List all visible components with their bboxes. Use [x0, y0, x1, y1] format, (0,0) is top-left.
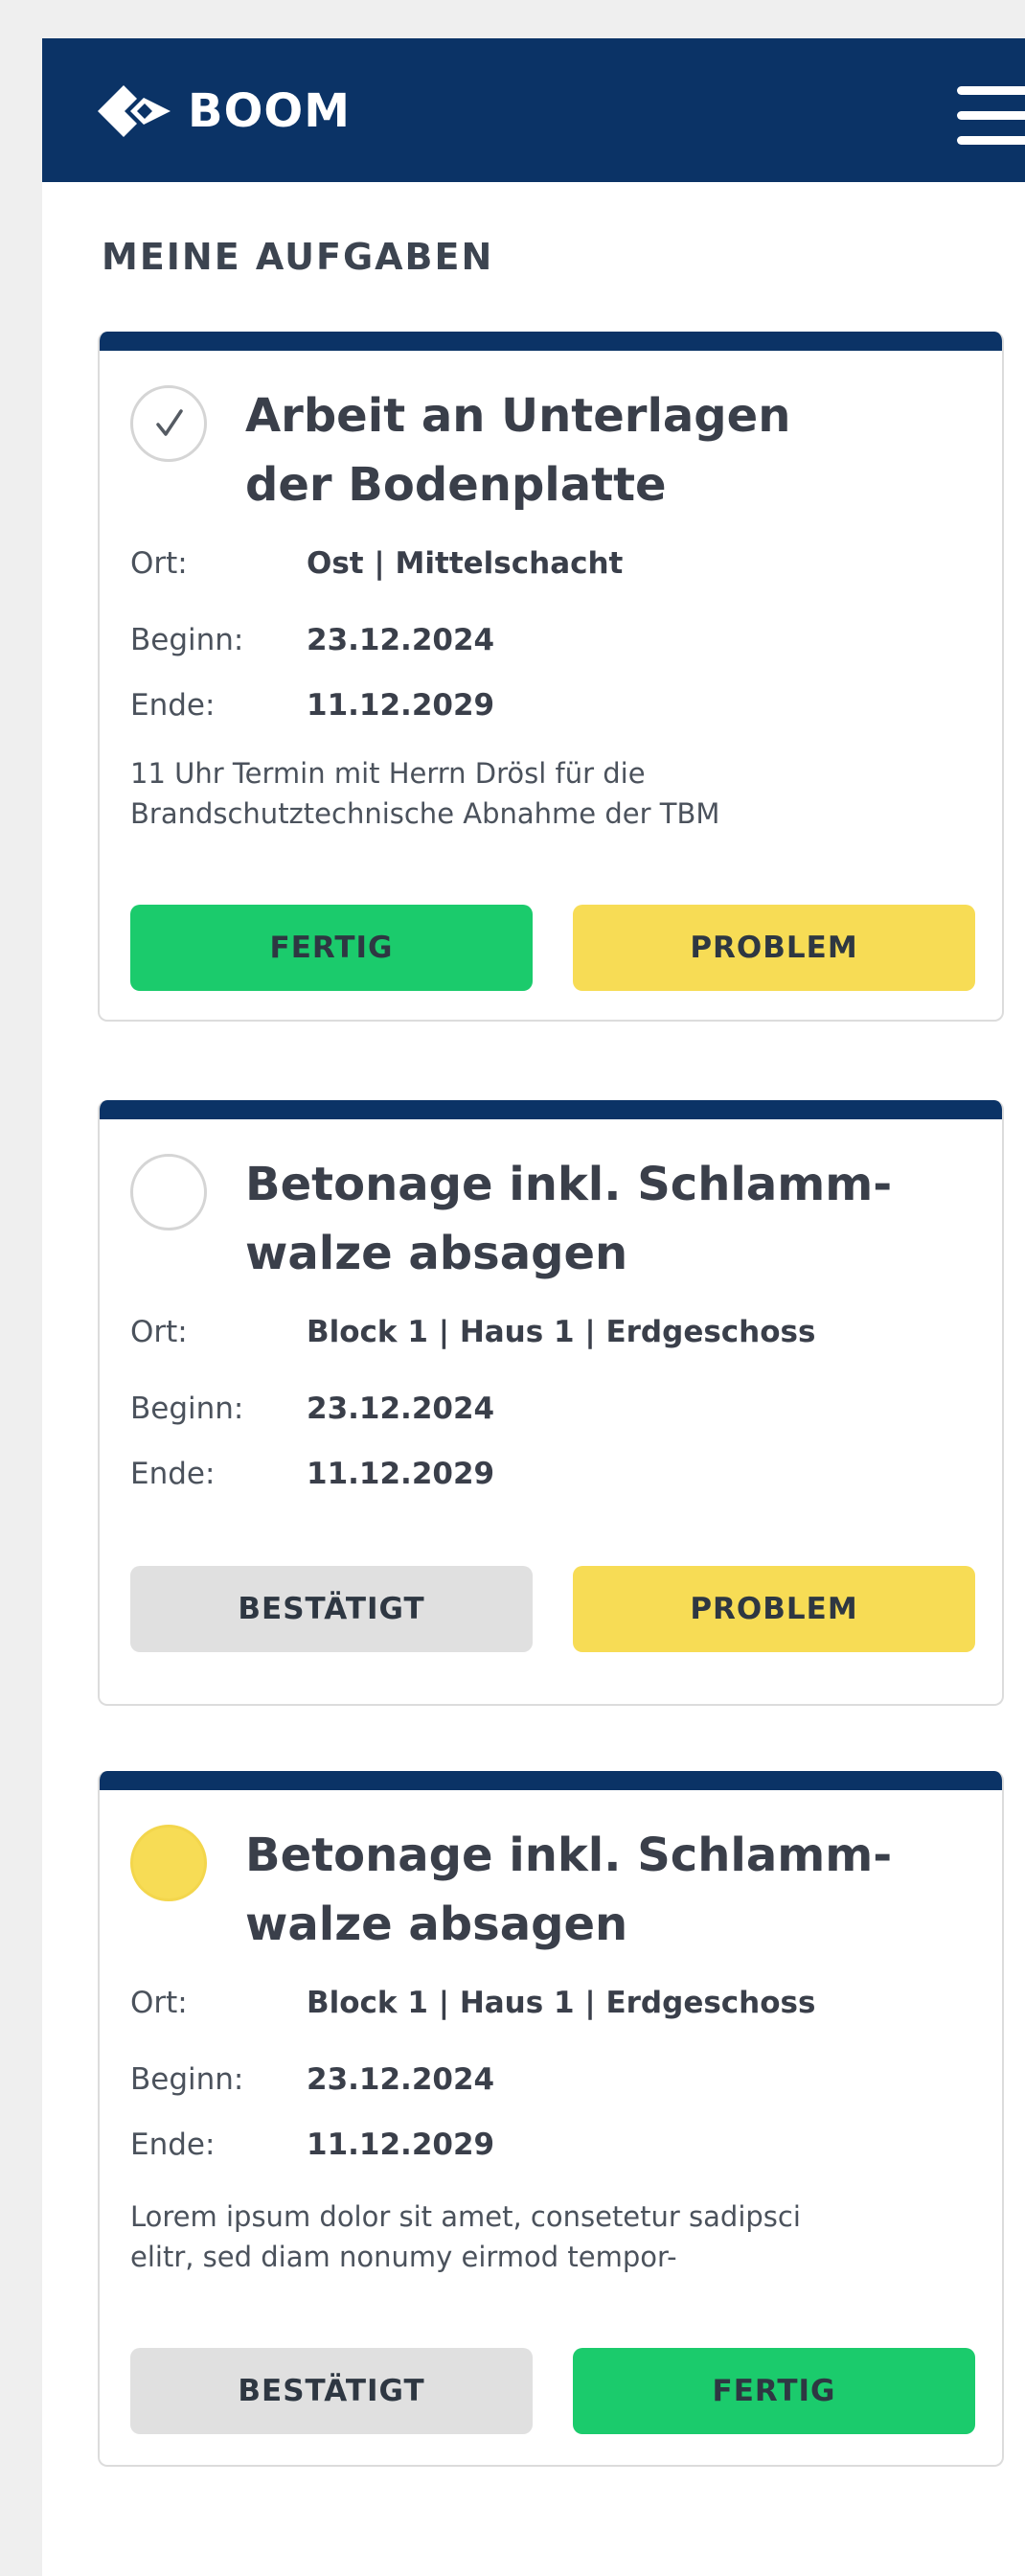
task-title: Betonage inkl. Schlamm- walze absagen — [245, 1821, 935, 1959]
brand-logo[interactable]: BOOM — [94, 80, 351, 142]
task-title-line: der Bodenplatte — [245, 458, 667, 512]
location-value: Block 1 | Haus 1 | Erdgeschoss — [307, 1315, 816, 1349]
task-note: Lorem ipsum dolor sit amet, consetetur s… — [130, 2196, 973, 2277]
task-card: Betonage inkl. Schlamm- walze absagen Or… — [98, 1771, 1004, 2467]
done-button[interactable]: FERTIG — [130, 905, 533, 991]
task-card: Betonage inkl. Schlamm- walze absagen Or… — [98, 1100, 1004, 1706]
start-date-value: 23.12.2024 — [307, 1392, 495, 1426]
location-value: Ost | Mittelschacht — [307, 546, 624, 581]
app-screen: BOOM MEINE AUFGABEN Arbeit an Unterlagen… — [42, 38, 1025, 2576]
task-title-line: Betonage inkl. Schlamm- — [245, 1158, 893, 1211]
task-title: Arbeit an Unterlagen der Bodenplatte — [245, 381, 935, 519]
empty-circle-icon[interactable] — [130, 1154, 207, 1230]
end-date-value: 11.12.2029 — [307, 2128, 495, 2162]
problem-button[interactable]: PROBLEM — [573, 905, 975, 991]
task-card: Arbeit an Unterlagen der Bodenplatte Ort… — [98, 332, 1004, 1022]
start-date-value: 23.12.2024 — [307, 2062, 495, 2097]
task-note: 11 Uhr Termin mit Herrn Drösl für die Br… — [130, 753, 973, 834]
start-date-label: Beginn: — [130, 2062, 244, 2097]
location-label: Ort: — [130, 546, 188, 581]
end-date-label: Ende: — [130, 688, 216, 723]
hamburger-menu-icon[interactable] — [957, 86, 1025, 146]
brand-name: BOOM — [188, 84, 351, 138]
task-note-line: 11 Uhr Termin mit Herrn Drösl für die — [130, 757, 646, 790]
location-label: Ort: — [130, 1986, 188, 2020]
yellow-circle-icon[interactable] — [130, 1825, 207, 1901]
start-date-label: Beginn: — [130, 623, 244, 657]
location-value: Block 1 | Haus 1 | Erdgeschoss — [307, 1986, 816, 2020]
end-date-value: 11.12.2029 — [307, 688, 495, 723]
problem-button[interactable]: PROBLEM — [573, 1566, 975, 1652]
task-title: Betonage inkl. Schlamm- walze absagen — [245, 1150, 935, 1288]
end-date-label: Ende: — [130, 2128, 216, 2162]
confirmed-button[interactable]: BESTÄTIGT — [130, 1566, 533, 1652]
end-date-value: 11.12.2029 — [307, 1457, 495, 1491]
start-date-label: Beginn: — [130, 1392, 244, 1426]
task-title-line: walze absagen — [245, 1898, 628, 1951]
start-date-value: 23.12.2024 — [307, 623, 495, 657]
task-note-line: Brandschutztechnische Abnahme der TBM — [130, 797, 720, 830]
task-title-line: Betonage inkl. Schlamm- — [245, 1828, 893, 1882]
checkmark-circle-icon[interactable] — [130, 385, 207, 462]
confirmed-button[interactable]: BESTÄTIGT — [130, 2348, 533, 2434]
end-date-label: Ende: — [130, 1457, 216, 1491]
card-accent-bar — [100, 332, 1002, 351]
top-navigation-bar: BOOM — [42, 38, 1025, 182]
task-note-line: elitr, sed diam nonumy eirmod tempor- — [130, 2241, 677, 2273]
task-title-line: walze absagen — [245, 1227, 628, 1280]
diamond-arrow-logo-icon — [94, 81, 174, 141]
card-accent-bar — [100, 1100, 1002, 1119]
task-title-line: Arbeit an Unterlagen — [245, 389, 791, 443]
card-accent-bar — [100, 1771, 1002, 1790]
done-button[interactable]: FERTIG — [573, 2348, 975, 2434]
location-label: Ort: — [130, 1315, 188, 1349]
page-title: MEINE AUFGABEN — [102, 236, 494, 278]
task-note-line: Lorem ipsum dolor sit amet, consetetur s… — [130, 2200, 801, 2233]
